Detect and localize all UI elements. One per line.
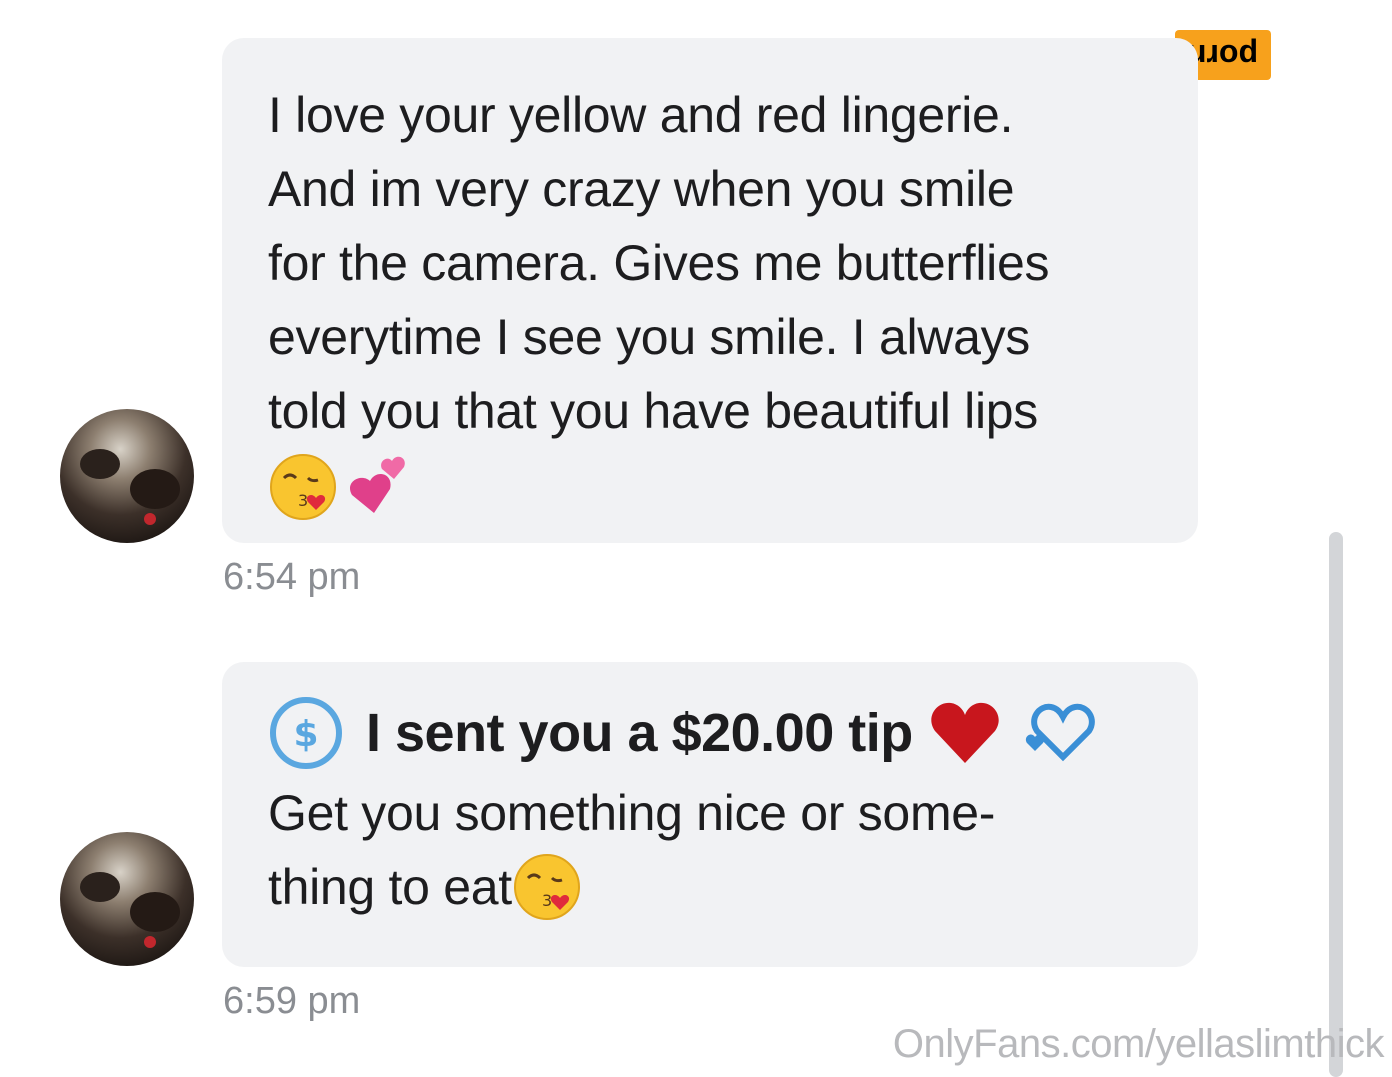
message-line: for the camera. Gives me butterflies: [268, 235, 1050, 291]
avatar[interactable]: [60, 832, 194, 966]
message-line: I love your yellow and red lingerie.: [268, 87, 1014, 143]
watermark: OnlyFans.com/yellaslimthick: [892, 1022, 1385, 1066]
red-heart-emoji: [931, 702, 999, 763]
message-line: told you that you have beautiful lips: [268, 383, 1038, 439]
message-line: thing to eat: [268, 859, 512, 915]
dollar-circle-icon: $: [270, 697, 342, 769]
two-hearts-emoji: [349, 456, 405, 513]
blue-heart-emoji: [1025, 703, 1095, 762]
scrollbar[interactable]: [1329, 532, 1343, 1077]
svg-text:$: $: [293, 714, 318, 755]
message-line: Get you something nice or some-: [268, 785, 996, 841]
tip-message-bubble[interactable]: $ I sent you a $20.00 tip Get you someth…: [222, 662, 1198, 967]
message-line: everytime I see you smile. I always: [268, 309, 1030, 365]
svg-text:3: 3: [542, 891, 552, 910]
message-timestamp: 6:59 pm: [223, 980, 361, 1022]
kissing-face-emoji: 3: [270, 454, 336, 520]
emoji-row: 3: [268, 450, 1152, 524]
tip-text: I sent you a $20.00 tip: [366, 703, 913, 763]
message-timestamp: 6:54 pm: [223, 556, 361, 598]
tip-row: $ I sent you a $20.00 tip: [268, 690, 1152, 776]
kissing-face-emoji: 3: [513, 854, 580, 920]
svg-text:3: 3: [298, 491, 308, 510]
logo-text: porn: [1187, 37, 1259, 74]
message-bubble[interactable]: I love your yellow and red lingerie. And…: [222, 38, 1198, 543]
avatar[interactable]: [60, 409, 194, 543]
message-line: And im very crazy when you smile: [268, 161, 1015, 217]
message-line-with-emoji: thing to eat 3: [268, 850, 1152, 924]
